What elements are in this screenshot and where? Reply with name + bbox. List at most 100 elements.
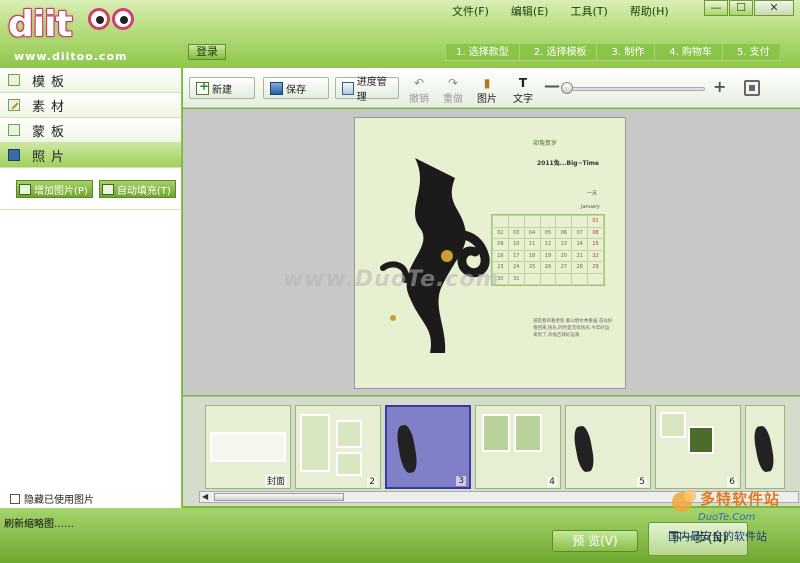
calendar-day: 14 <box>571 238 589 251</box>
step-choose-template[interactable]: 2. 选择模板 <box>518 43 598 61</box>
rabbit-calligraphy-image <box>380 158 490 353</box>
calendar-day: 04 <box>523 226 541 239</box>
calendar-day: 07 <box>571 226 589 239</box>
add-image-icon <box>19 183 31 195</box>
status-text: 刷新缩略图…… <box>4 519 74 530</box>
calendar-page[interactable]: 卯兔贺岁 2011兔...Big~Time 一月 January 01 02 03 0… <box>354 117 626 389</box>
sidebar-item-template[interactable]: 模板 <box>0 68 181 93</box>
zoom-in-button[interactable]: + <box>713 77 726 96</box>
thumbnail-page-3[interactable]: 3 <box>385 405 471 489</box>
menu-file[interactable]: 文件(F) <box>452 3 489 19</box>
redo-icon: ↷ <box>447 76 459 90</box>
step-cart[interactable]: 4. 购物车 <box>654 43 723 61</box>
preview-button[interactable]: 预 览(V) <box>552 530 638 552</box>
undo-icon: ↶ <box>413 76 425 90</box>
calendar-day: 10 <box>507 238 525 251</box>
calendar-day: 22 <box>587 249 604 262</box>
progress-icon <box>342 81 354 95</box>
calendar-day <box>587 272 604 285</box>
calendar-day: 27 <box>555 261 573 274</box>
menu-tools[interactable]: 工具(T) <box>570 3 607 19</box>
scrollbar-thumb[interactable] <box>214 493 344 501</box>
save-button[interactable]: 保存 <box>263 77 329 99</box>
zoom-slider[interactable] <box>561 87 705 91</box>
picture-icon: ▮ <box>483 76 491 90</box>
sidebar-item-mask[interactable]: 蒙板 <box>0 118 181 143</box>
calendar-day: 21 <box>571 249 589 262</box>
calendar-grid: 01 02 03 04 05 06 07 08 09 10 11 12 13 14 15 16 17 18 19 20… <box>491 214 605 286</box>
zoom-out-button[interactable]: — <box>544 78 560 94</box>
mask-icon <box>8 124 20 136</box>
calendar-day: 02 <box>492 226 509 239</box>
calendar-day: 24 <box>507 261 525 274</box>
step-make[interactable]: 3. 制作 <box>596 43 656 61</box>
thumbnail-label: 封面 <box>264 474 287 487</box>
design-canvas[interactable]: 卯兔贺岁 2011兔...Big~Time 一月 January 01 02 03 0… <box>183 109 800 395</box>
calendar-day <box>555 215 573 228</box>
menu-edit[interactable]: 编辑(E) <box>511 3 549 19</box>
sidebar-item-label: 照片 <box>32 149 71 165</box>
zoom-slider-thumb[interactable] <box>561 82 573 94</box>
thumbnail-cover[interactable]: 封面 <box>205 405 291 489</box>
calendar-row: 09 10 11 12 13 14 15 <box>492 238 604 251</box>
text-button[interactable]: T 文字 <box>511 76 535 105</box>
login-button[interactable]: 登录 <box>188 44 226 60</box>
calendar-row: 23 24 25 26 27 28 29 <box>492 261 604 274</box>
new-button[interactable]: 新建 <box>189 77 255 99</box>
progress-button[interactable]: 进度管理 <box>335 77 399 103</box>
calendar-day: 06 <box>555 226 573 239</box>
calendar-day <box>523 272 541 285</box>
sidebar-item-material[interactable]: 素材 <box>0 93 181 118</box>
scroll-left-icon[interactable]: ◀ <box>202 492 208 501</box>
add-photo-button[interactable]: 增加图片(P) <box>16 180 93 198</box>
auto-fill-icon <box>101 183 114 195</box>
calendar-day: 01 <box>587 215 604 228</box>
logo-eyes-icon <box>88 8 134 30</box>
calendar-day <box>555 272 573 285</box>
step-pay[interactable]: 5. 支付 <box>721 43 781 61</box>
redo-button[interactable]: ↷ 重做 <box>441 76 465 105</box>
hide-used-checkbox[interactable] <box>10 493 20 504</box>
calendar-day: 05 <box>539 226 557 239</box>
maximize-button[interactable]: ☐ <box>729 0 753 16</box>
calendar-day <box>571 272 589 285</box>
calendar-row: 01 <box>492 215 604 228</box>
calendar-day <box>523 215 541 228</box>
fit-screen-icon[interactable] <box>744 80 760 96</box>
auto-fill-label: 自动填充(T) <box>116 185 171 197</box>
undo-button[interactable]: ↶ 撤销 <box>407 76 431 105</box>
thumbnail-label: 5 <box>637 477 647 487</box>
sidebar-item-photo[interactable]: 照片 <box>0 143 181 168</box>
site-url: www.diitoo.com <box>14 50 128 63</box>
picture-label: 图片 <box>477 94 497 105</box>
calendar-day: 31 <box>507 272 525 285</box>
calendar-day <box>492 215 509 228</box>
hide-used-label: 隐藏已使用图片 <box>24 495 94 506</box>
calendar-row: 16 17 18 19 20 21 22 <box>492 249 604 262</box>
hide-used-toggle[interactable]: 隐藏已使用图片 <box>10 491 94 506</box>
calendar-day: 09 <box>492 238 509 251</box>
thumbnail-page-4[interactable]: 4 <box>475 405 561 489</box>
calendar-day: 15 <box>587 238 604 251</box>
calendar-day: 08 <box>587 226 604 239</box>
thumbnail-page-7[interactable] <box>745 405 785 489</box>
save-icon <box>270 81 283 95</box>
thumbnail-page-5[interactable]: 5 <box>565 405 651 489</box>
calendar-day: 29 <box>587 261 604 274</box>
page-header: 卯兔贺岁 <box>533 140 558 147</box>
watermark: www.DuoTe.com <box>283 267 500 292</box>
thumbnail-page-6[interactable]: 6 <box>655 405 741 489</box>
picture-button[interactable]: ▮ 图片 <box>475 76 499 105</box>
calendar-row: 30 31 <box>492 272 604 285</box>
material-icon <box>8 99 20 111</box>
step-choose-style[interactable]: 1. 选择款型 <box>445 43 520 61</box>
calendar-day <box>539 215 557 228</box>
auto-fill-button[interactable]: 自动填充(T) <box>98 180 176 198</box>
thumbnail-page-2[interactable]: 2 <box>295 405 381 489</box>
new-doc-icon <box>196 79 209 95</box>
close-button[interactable]: ✕ <box>754 0 794 16</box>
minimize-button[interactable]: — <box>704 0 728 16</box>
calendar-day: 12 <box>539 238 557 251</box>
thumbnail-label: 4 <box>547 477 557 487</box>
menu-help[interactable]: 帮助(H) <box>630 3 669 19</box>
